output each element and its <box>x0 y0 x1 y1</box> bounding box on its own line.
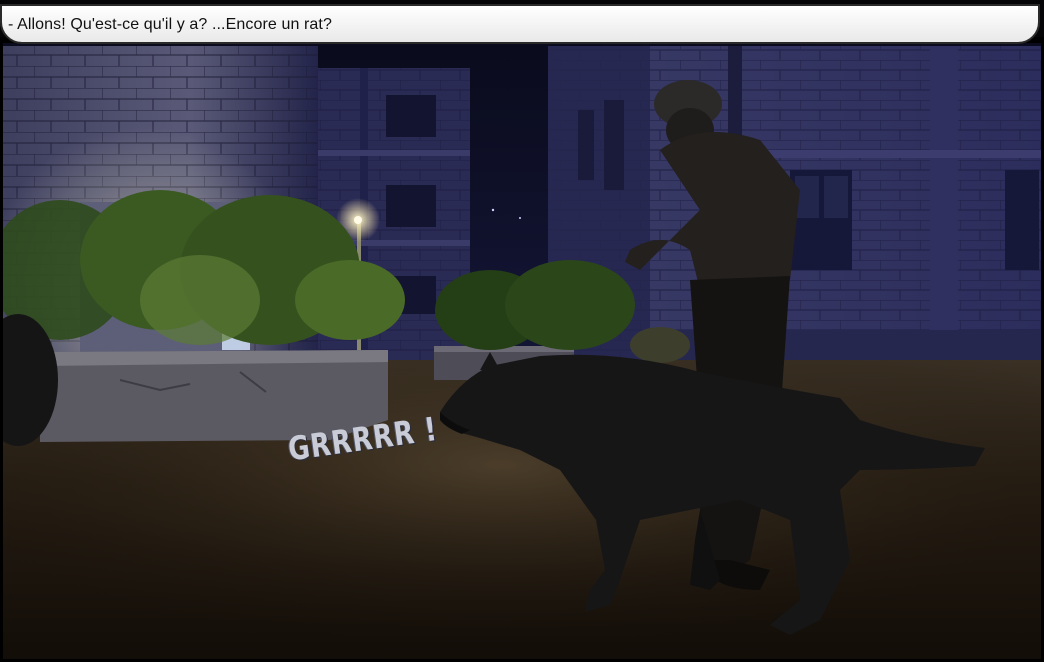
caption-text: - Allons! Qu'est-ce qu'il y a? ...Encore… <box>8 16 332 33</box>
speech-caption-box: - Allons! Qu'est-ce qu'il y a? ...Encore… <box>0 4 1040 44</box>
night-street-scene <box>0 37 1044 662</box>
comic-panel: - Allons! Qu'est-ce qu'il y a? ...Encore… <box>0 0 1044 662</box>
